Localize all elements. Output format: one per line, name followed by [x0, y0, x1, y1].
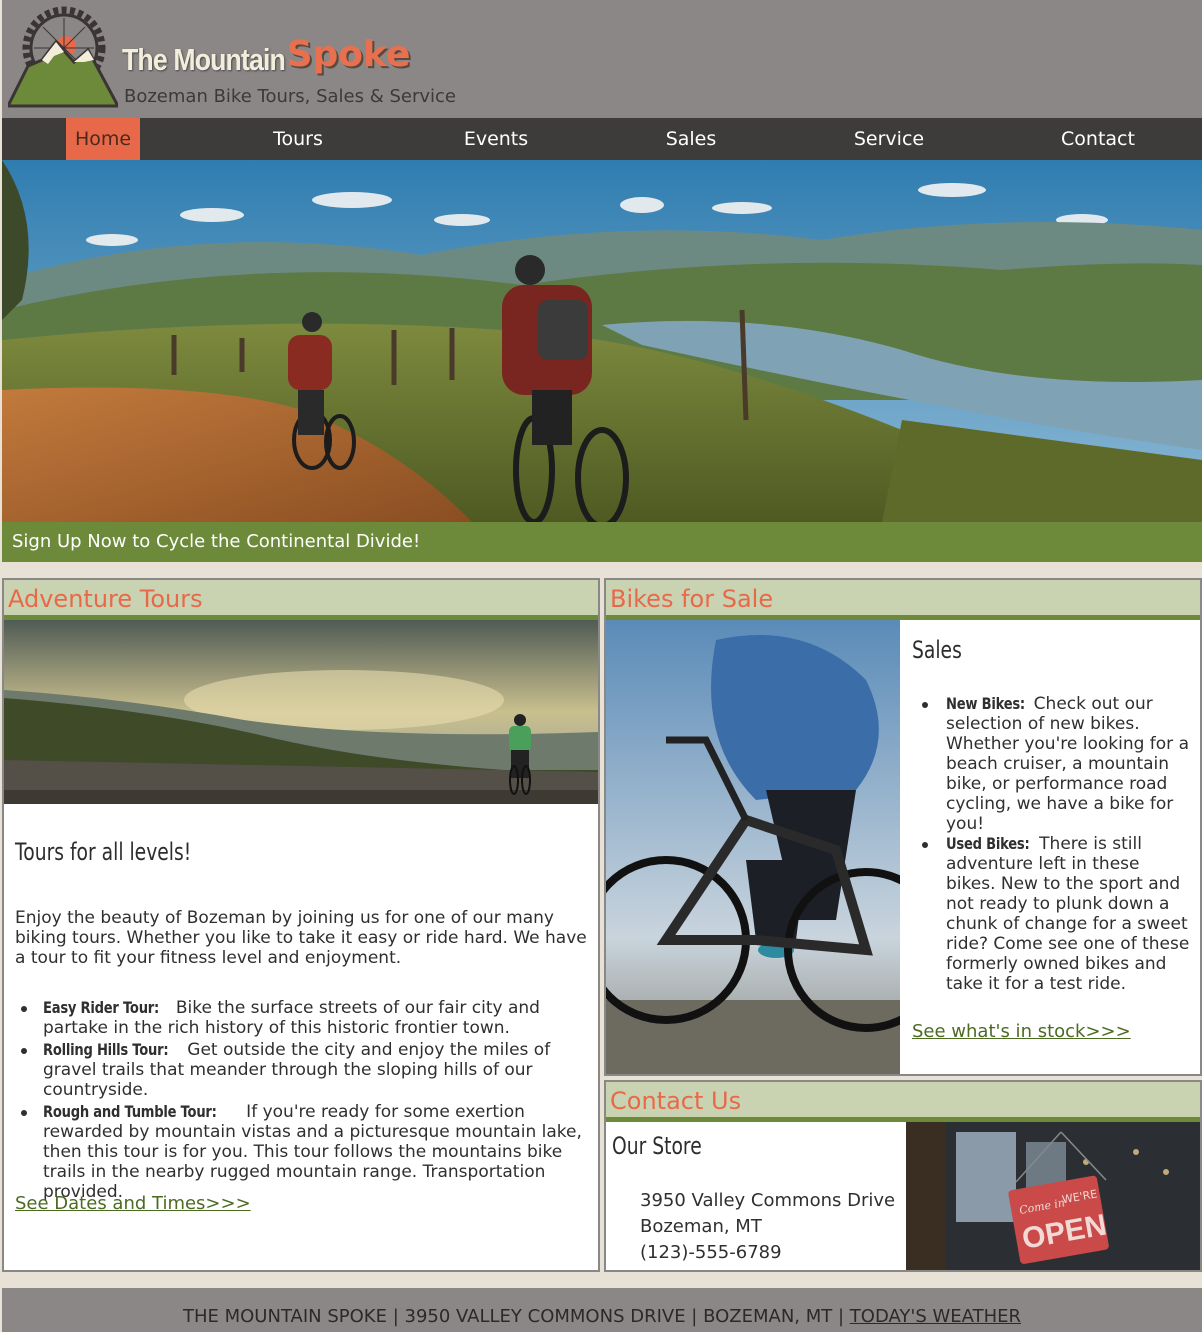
tours-heading: Adventure Tours: [4, 580, 598, 620]
main-nav: Home Tours Events Sales Service Contact: [2, 118, 1202, 160]
see-dates-link[interactable]: See Dates and Times>>>: [15, 1193, 251, 1214]
sales-image: [606, 620, 900, 1074]
list-item: New Bikes: Check out our selection of ne…: [912, 694, 1194, 834]
nav-home[interactable]: Home: [66, 118, 140, 160]
site-footer: The Mountain Spoke | 3950 Valley Commons…: [2, 1288, 1202, 1332]
sale-term: New Bikes:: [946, 694, 1025, 713]
contact-panel: Contact Us Our Store 3950 Valley Commons…: [604, 1080, 1202, 1272]
brand-accent: Spoke: [286, 34, 411, 75]
sale-desc: There is still adventure left in these b…: [946, 834, 1190, 994]
sales-panel: Bikes for Sale Sales New Bikes: Check ou…: [604, 578, 1202, 1076]
bullet-icon: [922, 702, 928, 708]
sales-title: Sales: [912, 636, 962, 664]
list-item: Easy Rider Tour: Bike the surface street…: [15, 998, 591, 1038]
sales-heading: Bikes for Sale: [606, 580, 1200, 620]
address-line2: Bozeman, MT: [640, 1216, 762, 1237]
brand-main: The Mountain: [122, 42, 286, 77]
tagline: Bozeman Bike Tours, Sales & Service: [124, 86, 456, 107]
contact-heading: Contact Us: [606, 1082, 1200, 1122]
bullet-icon: [21, 1110, 27, 1116]
hero-banner[interactable]: Sign Up Now to Cycle the Continental Div…: [2, 522, 1202, 562]
bullet-icon: [21, 1006, 27, 1012]
tour-term: Rolling Hills Tour:: [43, 1040, 169, 1059]
hero-image: [2, 160, 1202, 522]
contact-title: Our Store: [612, 1132, 702, 1160]
sale-desc: Check out our selection of new bikes. Wh…: [946, 694, 1189, 834]
see-stock-link[interactable]: See what's in stock>>>: [912, 1021, 1131, 1042]
tours-intro: Enjoy the beauty of Bozeman by joining u…: [15, 908, 587, 968]
tours-title: Tours for all levels!: [15, 838, 192, 866]
weather-link[interactable]: Today's Weather: [850, 1306, 1021, 1327]
tours-image: [4, 620, 598, 804]
sale-term: Used Bikes:: [946, 834, 1030, 853]
brand-name[interactable]: The Mountain Spoke: [122, 34, 410, 79]
nav-contact[interactable]: Contact: [1052, 118, 1144, 160]
footer-text: The Mountain Spoke | 3950 Valley Commons…: [182, 1306, 850, 1327]
tour-term: Easy Rider Tour:: [43, 998, 160, 1017]
logo-icon[interactable]: [8, 4, 118, 108]
tours-list: Easy Rider Tour: Bike the surface street…: [15, 998, 591, 1204]
nav-service[interactable]: Service: [844, 118, 934, 160]
nav-events[interactable]: Events: [454, 118, 538, 160]
open-sign-image: Come in WE'RE OPEN: [906, 1122, 1200, 1270]
sales-list: New Bikes: Check out our selection of ne…: [912, 694, 1194, 994]
address-line1: 3950 Valley Commons Drive: [640, 1190, 896, 1211]
nav-sales[interactable]: Sales: [654, 118, 728, 160]
site-header: The Mountain Spoke Bozeman Bike Tours, S…: [2, 0, 1202, 118]
list-item: Rough and Tumble Tour: If you're ready f…: [15, 1102, 591, 1202]
bullet-icon: [21, 1048, 27, 1054]
phone-number[interactable]: (123)-555-6789: [640, 1240, 895, 1266]
tours-panel: Adventure Tours Tours for all levels! En…: [2, 578, 600, 1272]
bullet-icon: [922, 842, 928, 848]
store-address: 3950 Valley Commons Drive Bozeman, MT (1…: [640, 1188, 895, 1266]
nav-tours[interactable]: Tours: [258, 118, 338, 160]
tour-term: Rough and Tumble Tour:: [43, 1102, 217, 1121]
list-item: Used Bikes: There is still adventure lef…: [912, 834, 1194, 994]
list-item: Rolling Hills Tour: Get outside the city…: [15, 1040, 591, 1100]
